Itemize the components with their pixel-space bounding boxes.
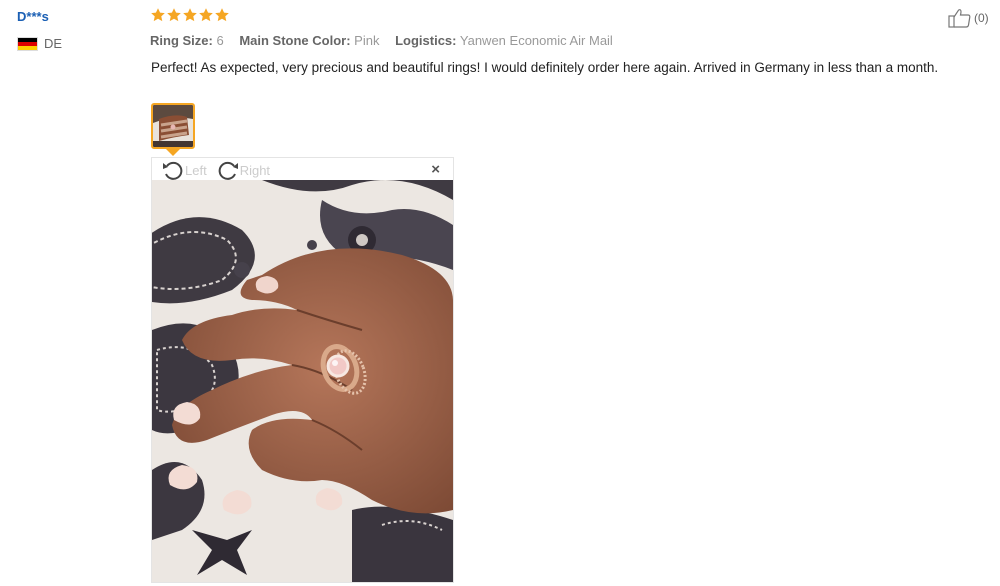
review-photo-image <box>152 180 453 582</box>
germany-flag-icon <box>17 36 38 51</box>
close-viewer-button[interactable]: × <box>431 161 440 178</box>
reviewer-name: D***s <box>17 9 49 24</box>
rotate-left-button[interactable]: Left <box>162 160 207 180</box>
attr-logistics: Logistics: Yanwen Economic Air Mail <box>395 33 613 48</box>
star-rating <box>150 7 230 23</box>
review-photo <box>152 180 453 582</box>
helpful-button[interactable]: (0) <box>948 8 989 28</box>
attr-ring-size: Ring Size: 6 <box>150 33 224 48</box>
viewer-toolbar: Left Right × <box>152 158 453 182</box>
reviewer-country: DE <box>17 36 62 51</box>
helpful-count: (0) <box>974 11 989 25</box>
thumbnail-pointer <box>166 149 180 156</box>
star-icon <box>215 8 229 22</box>
rotate-left-label: Left <box>185 162 207 178</box>
photo-thumbnail-image <box>153 105 193 147</box>
rotate-right-button[interactable]: Right <box>217 160 270 180</box>
review-text: Perfect! As expected, very precious and … <box>151 60 939 75</box>
rotate-right-icon <box>218 161 238 180</box>
order-attributes: Ring Size: 6 Main Stone Color: Pink Logi… <box>150 33 625 48</box>
review-photo-thumbnail[interactable] <box>151 103 195 149</box>
star-icon <box>183 8 197 22</box>
rotate-right-label: Right <box>239 162 271 178</box>
star-icon <box>199 8 213 22</box>
star-icon <box>167 8 181 22</box>
star-icon <box>151 8 165 22</box>
country-code: DE <box>44 36 63 51</box>
thumbs-up-icon <box>948 9 971 28</box>
attr-stone-color: Main Stone Color: Pink <box>239 33 380 48</box>
rotate-left-icon <box>163 161 183 180</box>
photo-viewer: Left Right × <box>151 157 454 583</box>
